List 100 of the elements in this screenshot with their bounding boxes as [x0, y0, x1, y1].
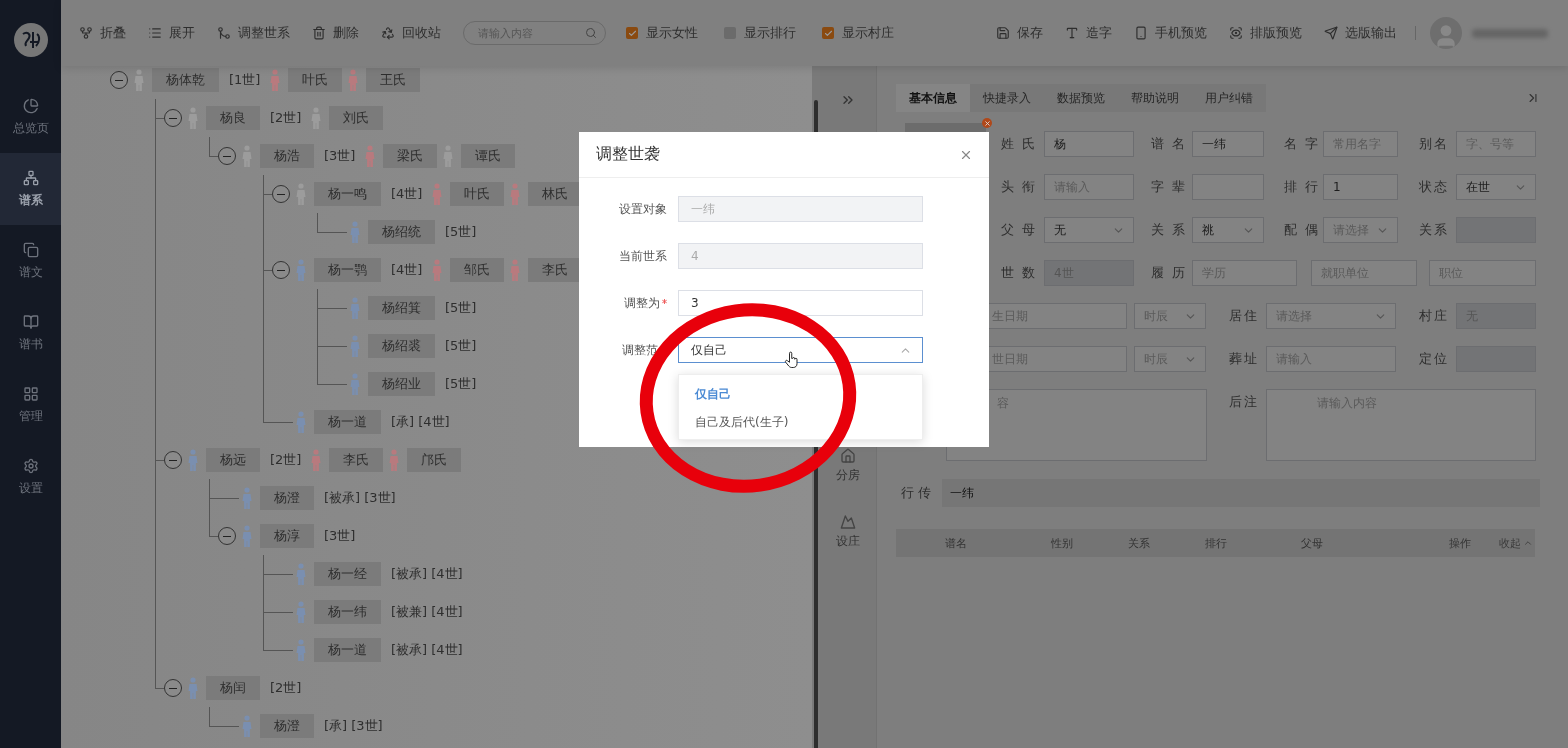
- column-header: 谱名: [944, 535, 968, 551]
- collapse-toggle[interactable]: [164, 679, 182, 697]
- sidebar-item[interactable]: 谱文: [0, 225, 61, 297]
- select-field[interactable]: 在世: [1456, 174, 1536, 200]
- person-name[interactable]: 杨绍业: [368, 372, 435, 396]
- sidebar-label: 谱系: [18, 191, 43, 209]
- field-label: 定位: [1419, 350, 1449, 368]
- sidebar-item[interactable]: 谱书: [0, 297, 61, 369]
- spouse-name[interactable]: 李氏: [329, 448, 384, 472]
- select-field[interactable]: 祧: [1192, 217, 1264, 243]
- sidebar-label: 设置: [18, 479, 43, 497]
- toolbar-button[interactable]: 排版预览: [1229, 24, 1302, 42]
- collapse-toggle[interactable]: [218, 147, 236, 165]
- checkbox-label: 显示排行: [744, 24, 796, 42]
- dropdown-option[interactable]: 仅自己: [679, 380, 922, 408]
- toolbar-button[interactable]: 手机预览: [1134, 24, 1207, 42]
- sidebar-item[interactable]: 管理: [0, 369, 61, 441]
- toolbar-button[interactable]: 删除: [312, 24, 359, 42]
- settings-icon: [22, 457, 39, 474]
- field-label: 居住: [1229, 307, 1257, 325]
- toolbar-button[interactable]: 调整世系: [217, 24, 290, 42]
- spouse-name[interactable]: 刘氏: [329, 106, 384, 130]
- person-name[interactable]: 杨澄: [260, 714, 314, 738]
- tab[interactable]: 数据预览: [1044, 84, 1118, 112]
- spouse-name[interactable]: 邹氏: [450, 258, 505, 282]
- field-label: 别名: [1419, 135, 1449, 153]
- text-field[interactable]: 1: [1323, 174, 1398, 200]
- person-name[interactable]: 杨浩: [260, 144, 314, 168]
- sidebar-item[interactable]: 总览页: [0, 81, 61, 153]
- collapse-toggle[interactable]: [272, 185, 290, 203]
- tab[interactable]: 基本信息: [896, 84, 970, 112]
- spouse-name[interactable]: 王氏: [366, 68, 421, 92]
- person-name[interactable]: 杨良: [206, 106, 260, 130]
- dropdown-option[interactable]: 自己及后代(生子): [679, 408, 922, 436]
- collapse-toggle[interactable]: [164, 109, 182, 127]
- text-icon: [1065, 26, 1079, 40]
- column-header: 关系: [1128, 535, 1151, 551]
- field-label: 世数: [1001, 264, 1037, 282]
- recycle-icon: [381, 26, 395, 40]
- collapse-toggle[interactable]: [110, 71, 128, 89]
- landscape-icon[interactable]: [840, 514, 856, 530]
- person-name[interactable]: 杨体乾: [152, 68, 219, 92]
- tab[interactable]: 帮助说明: [1118, 84, 1192, 112]
- sidebar-item[interactable]: 设置: [0, 441, 61, 513]
- pointer-cursor-icon: [782, 350, 800, 370]
- field-label: 关系: [1419, 221, 1449, 239]
- logo: [12, 22, 49, 58]
- collapse-panel-icon[interactable]: [1526, 91, 1540, 105]
- chevron-up-icon: [1523, 538, 1533, 548]
- tab[interactable]: 快捷录入: [970, 84, 1044, 112]
- toolbar-button[interactable]: 保存: [996, 24, 1043, 42]
- column-header: 父母: [1301, 535, 1324, 551]
- remove-badge[interactable]: [982, 118, 992, 128]
- toolbar-button[interactable]: 选版输出: [1324, 24, 1397, 42]
- person-name[interactable]: 杨绍箕: [368, 296, 435, 320]
- person-name[interactable]: 杨绍裘: [368, 334, 435, 358]
- generation-label: [4世]: [391, 261, 423, 279]
- select-field[interactable]: 仅自己: [678, 337, 923, 363]
- spouse-name[interactable]: 谭氏: [461, 144, 516, 168]
- field-label: 设置对象: [619, 200, 667, 218]
- spouse-name[interactable]: 梁氏: [383, 144, 438, 168]
- person-name[interactable]: 杨澄: [260, 486, 314, 510]
- generation-label: [被承] [4世]: [391, 641, 463, 659]
- spouse-name[interactable]: 邝氏: [407, 448, 462, 472]
- select-field[interactable]: 无: [1044, 217, 1134, 243]
- spouse-name[interactable]: 叶氏: [288, 68, 343, 92]
- text-field[interactable]: 一纬: [1192, 131, 1264, 157]
- house-icon[interactable]: [840, 448, 856, 464]
- dialog-title: 调整世袭: [596, 144, 660, 165]
- toolbar-button[interactable]: 展开: [148, 24, 195, 42]
- text-field[interactable]: 杨: [1044, 131, 1134, 157]
- branch-icon: [79, 26, 93, 40]
- generation-label: [3世]: [324, 147, 356, 165]
- field-label: 履历: [1151, 264, 1185, 282]
- collapse-toggle[interactable]: [164, 451, 182, 469]
- eye-scan-icon: [1229, 26, 1243, 40]
- field-label: 字辈: [1151, 178, 1185, 196]
- field-label: 状态: [1419, 178, 1449, 196]
- person-name[interactable]: 杨远: [206, 448, 260, 472]
- field-label: 姓氏: [1001, 135, 1037, 153]
- side-tool-label[interactable]: 分房: [836, 467, 860, 484]
- generation-label: [2世]: [270, 109, 302, 127]
- toolbar-button[interactable]: 回收站: [381, 24, 441, 42]
- collapse-toggle[interactable]: [218, 527, 236, 545]
- spouse-name[interactable]: 叶氏: [450, 182, 505, 206]
- tab[interactable]: 用户纠错: [1192, 84, 1266, 112]
- checkbox[interactable]: [822, 27, 834, 39]
- person-name[interactable]: 杨闰: [206, 676, 260, 700]
- sidebar-item[interactable]: 谱系: [0, 153, 61, 225]
- generation-label: [被兼] [4世]: [391, 603, 463, 621]
- collapse-toggle[interactable]: [272, 261, 290, 279]
- person-name[interactable]: 杨绍统: [368, 220, 435, 244]
- field-label: 后注: [1229, 393, 1257, 411]
- toolbar-button[interactable]: 折叠: [79, 24, 126, 42]
- checkbox[interactable]: [626, 27, 638, 39]
- toolbar-button[interactable]: 造字: [1065, 24, 1112, 42]
- phone-icon: [1134, 26, 1148, 40]
- person-name[interactable]: 杨淳: [260, 524, 314, 548]
- check-icon: [627, 28, 637, 38]
- side-tool-label[interactable]: 设庄: [836, 533, 860, 550]
